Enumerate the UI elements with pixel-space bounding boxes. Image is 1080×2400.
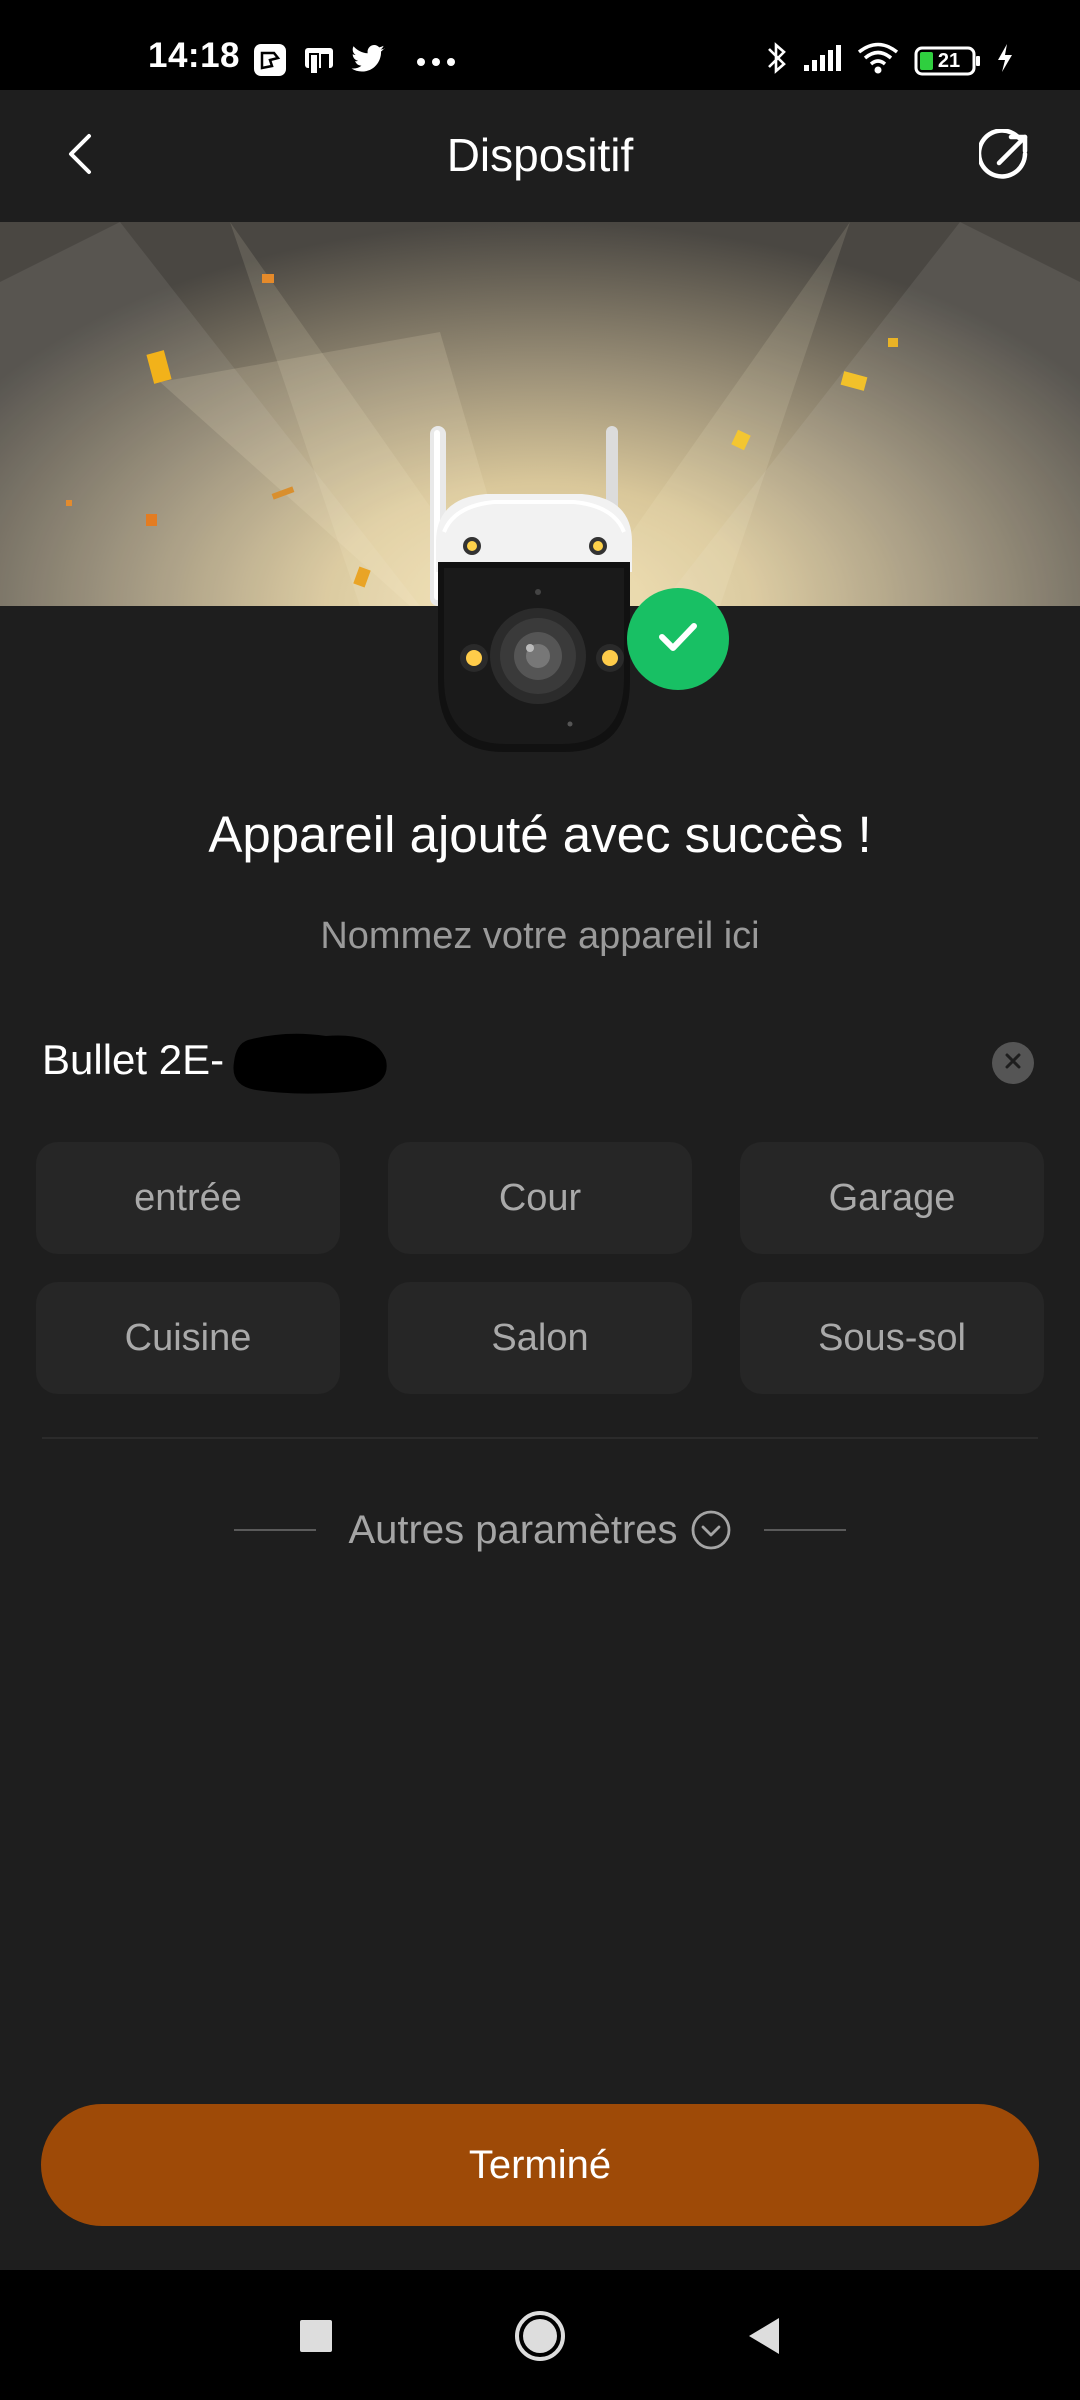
- clear-name-button[interactable]: [992, 1042, 1034, 1084]
- more-settings-toggle[interactable]: Autres paramètres: [0, 1500, 1080, 1560]
- success-title: Appareil ajouté avec succès !: [208, 806, 872, 863]
- home-button[interactable]: [512, 2310, 568, 2366]
- device-name-input[interactable]: Bullet 2E-: [42, 1030, 1034, 1096]
- check-icon: [657, 620, 699, 659]
- bluetooth-icon: [766, 40, 788, 81]
- suggestion-chip[interactable]: entrée: [36, 1142, 340, 1254]
- battery-level: 21: [937, 49, 961, 72]
- success-badge: [627, 588, 729, 690]
- suggestion-chip[interactable]: Salon: [388, 1282, 692, 1394]
- signal-icon: [802, 43, 842, 78]
- divider-line-left: [234, 1529, 317, 1531]
- suggestion-chip[interactable]: Garage: [740, 1142, 1044, 1254]
- done-button[interactable]: Terminé: [41, 2104, 1039, 2226]
- more-settings-label: Autres paramètres: [348, 1507, 678, 1552]
- recents-icon: [299, 2319, 333, 2358]
- battery-icon: 21: [914, 45, 982, 77]
- wifi-icon: [856, 41, 900, 80]
- app-header: Dispositif: [0, 90, 1080, 222]
- divider: [42, 1437, 1038, 1439]
- recents-button[interactable]: [288, 2310, 344, 2366]
- page-title: Dispositif: [446, 129, 634, 181]
- status-time: 14:18: [148, 36, 241, 75]
- status-bar: 14:18 21: [0, 0, 1080, 90]
- twitter-icon: [350, 44, 386, 81]
- name-suggestions: entrée Cour Garage Cuisine Salon Sous-so…: [36, 1142, 1044, 1394]
- notification-icon: [252, 42, 288, 83]
- share-icon: [976, 127, 1033, 188]
- redaction-blot: [226, 1030, 394, 1096]
- system-nav-bar: [0, 2270, 1080, 2400]
- divider-line-right: [763, 1529, 846, 1531]
- share-button[interactable]: [974, 126, 1038, 190]
- security-camera-image: [414, 422, 650, 758]
- close-icon: [1004, 1052, 1022, 1075]
- chevron-down-circle-icon: [690, 1509, 732, 1551]
- suggestion-chip[interactable]: Sous-sol: [740, 1282, 1044, 1394]
- home-icon: [513, 2309, 567, 2368]
- name-prompt: Nommez votre appareil ici: [320, 915, 760, 957]
- back-icon: [745, 2316, 783, 2361]
- app-icon: [302, 42, 336, 83]
- more-dots-icon: [416, 54, 456, 72]
- device-name-value: Bullet 2E-: [42, 1036, 225, 1083]
- charging-icon: [996, 43, 1014, 78]
- system-back-button[interactable]: [736, 2310, 792, 2366]
- suggestion-chip[interactable]: Cour: [388, 1142, 692, 1254]
- suggestion-chip[interactable]: Cuisine: [36, 1282, 340, 1394]
